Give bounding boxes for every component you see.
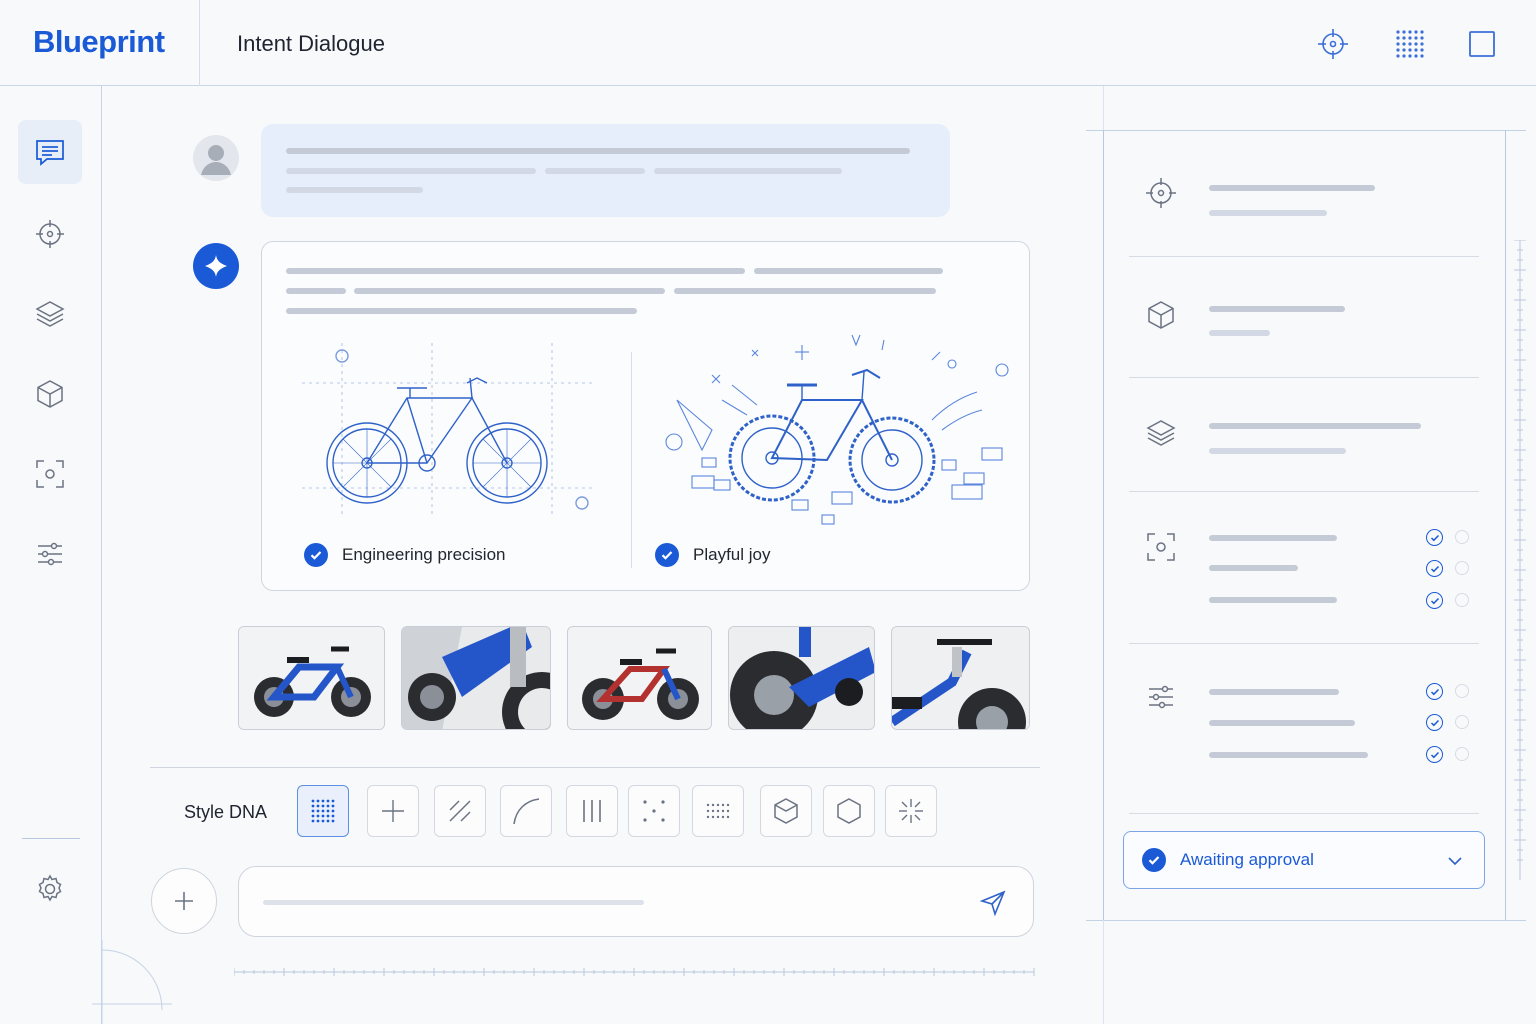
page-title: Intent Dialogue [237, 31, 385, 56]
style-swatch-crosshair[interactable] [367, 785, 419, 837]
small-dot-grid-icon [706, 803, 730, 819]
curve-icon [513, 798, 540, 825]
right-panel [1103, 130, 1506, 920]
check-circle-icon[interactable] [1426, 714, 1443, 731]
top-bar: Blueprint Intent Dialogue [0, 0, 1536, 86]
check-icon [655, 543, 679, 567]
option-label: Engineering precision [342, 545, 506, 564]
settings-button[interactable] [18, 857, 82, 921]
engineering-bike-sketch [302, 343, 592, 518]
sidebar-item-layers[interactable] [18, 282, 82, 346]
ai-response-card: Engineering precision Playful joy [261, 241, 1030, 591]
sidebar-item-chat[interactable] [18, 120, 82, 184]
style-swatch-hex-cube[interactable] [760, 785, 812, 837]
panel-divider [631, 352, 632, 568]
cube-icon [1142, 296, 1180, 334]
empty-circle-icon[interactable] [1455, 530, 1469, 544]
user-avatar [193, 135, 239, 181]
grid-icon[interactable] [1390, 24, 1430, 64]
option-playful-joy[interactable]: Playful joy [655, 543, 770, 567]
burst-icon [899, 799, 923, 823]
sidebar-item-target[interactable] [18, 202, 82, 266]
hex-cube-icon [774, 798, 798, 824]
playful-bike-sketch [665, 334, 1009, 525]
reference-thumbnail-3[interactable] [567, 626, 712, 730]
sidebar-item-cube[interactable] [18, 362, 82, 426]
section-divider [150, 767, 1040, 768]
target-icon [36, 220, 64, 248]
sliders-icon [38, 542, 62, 566]
top-divider [199, 0, 200, 86]
user-message-bubble [261, 124, 950, 217]
style-swatch-hexagon[interactable] [823, 785, 875, 837]
target-icon [1142, 174, 1180, 212]
empty-circle-icon[interactable] [1455, 593, 1469, 607]
reference-thumbnail-1[interactable] [238, 626, 385, 730]
add-attachment-button[interactable] [151, 868, 217, 934]
check-circle-icon[interactable] [1426, 529, 1443, 546]
check-icon [1142, 848, 1166, 872]
style-swatch-lines[interactable] [566, 785, 618, 837]
target-icon[interactable] [1313, 24, 1353, 64]
check-circle-icon[interactable] [1426, 592, 1443, 609]
style-swatch-small-dot-grid[interactable] [692, 785, 744, 837]
layers-icon [1142, 414, 1180, 452]
chevron-down-icon [1448, 857, 1462, 866]
approval-status-dropdown[interactable]: Awaiting approval [1123, 831, 1485, 889]
brand-logo[interactable]: Blueprint [33, 24, 165, 60]
send-button[interactable] [977, 887, 1009, 919]
check-circle-icon[interactable] [1426, 560, 1443, 577]
style-dna-label: Style DNA [184, 802, 268, 822]
ai-avatar [193, 243, 239, 289]
sidebar [0, 86, 102, 1024]
hatch-icon [449, 800, 471, 822]
reference-thumbnail-4[interactable] [728, 626, 875, 730]
check-circle-icon[interactable] [1426, 683, 1443, 700]
cube-icon [37, 380, 63, 408]
sparkle-icon [205, 255, 227, 277]
check-circle-icon[interactable] [1426, 746, 1443, 763]
layers-icon [35, 301, 65, 327]
dot-grid-icon [311, 799, 335, 823]
focus-icon [1142, 528, 1180, 566]
lines-icon [583, 800, 601, 822]
style-swatch-hatch[interactable] [434, 785, 486, 837]
sliders-icon [1142, 678, 1180, 716]
style-swatch-scatter-dots[interactable] [628, 785, 680, 837]
corner-guide [92, 940, 172, 1024]
reference-thumbnail-5[interactable] [891, 626, 1030, 730]
hexagon-icon [837, 798, 861, 824]
message-composer [238, 866, 1034, 937]
sidebar-item-focus[interactable] [18, 442, 82, 506]
style-swatch-dot-grid[interactable] [297, 785, 349, 837]
square-icon[interactable] [1462, 24, 1502, 64]
chat-icon [36, 140, 64, 166]
vertical-ruler [1514, 240, 1526, 880]
sidebar-separator [22, 838, 80, 839]
reference-thumbnail-2[interactable] [401, 626, 551, 730]
style-swatch-burst[interactable] [885, 785, 937, 837]
scatter-dots-icon [643, 800, 665, 822]
plus-icon [175, 892, 193, 910]
check-icon [304, 543, 328, 567]
crosshair-icon [382, 800, 404, 822]
sidebar-item-sliders[interactable] [18, 522, 82, 586]
gear-icon [38, 874, 62, 902]
empty-circle-icon[interactable] [1455, 684, 1469, 698]
empty-circle-icon[interactable] [1455, 715, 1469, 729]
style-swatch-curve[interactable] [500, 785, 552, 837]
empty-circle-icon[interactable] [1455, 747, 1469, 761]
send-icon [979, 890, 1006, 917]
ruler-guide [234, 967, 1035, 977]
focus-icon [36, 460, 64, 488]
status-label: Awaiting approval [1180, 850, 1314, 869]
option-engineering-precision[interactable]: Engineering precision [304, 543, 506, 567]
option-label: Playful joy [693, 545, 771, 564]
empty-circle-icon[interactable] [1455, 561, 1469, 575]
guide-line [1086, 920, 1526, 921]
